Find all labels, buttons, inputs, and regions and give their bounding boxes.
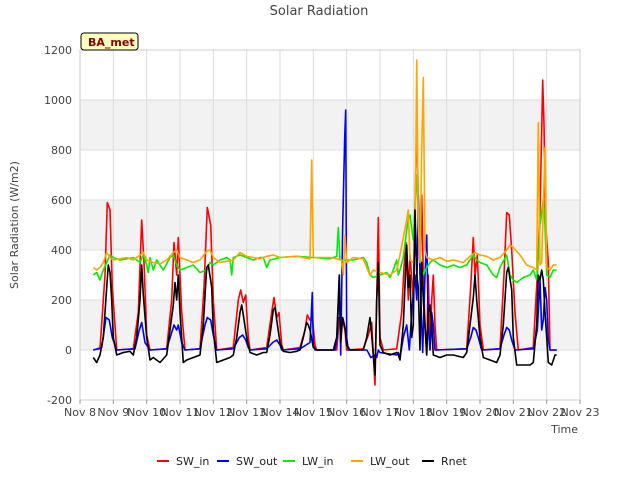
legend-label: LW_out: [370, 455, 410, 468]
background-band: [80, 100, 580, 150]
y-tick-label: 1000: [44, 94, 72, 107]
y-tick-label: 400: [51, 244, 72, 257]
y-tick-label: 1200: [44, 44, 72, 57]
x-axis-tick-labels: Nov 8 Nov 9Nov 10Nov 11Nov 12Nov 13Nov 14…: [64, 400, 599, 419]
legend: SW_in SW_out LW_in LW_out Rnet: [157, 455, 467, 468]
x-tick-label: Nov 8: [64, 406, 96, 419]
station-label-box: BA_met: [80, 32, 139, 51]
chart-title: Solar Radiation: [270, 4, 369, 19]
solar-radiation-chart: Solar Radiation -20002004006008001000120…: [8, 4, 599, 468]
legend-label: LW_in: [302, 455, 334, 468]
y-tick-label: 200: [51, 294, 72, 307]
y-tick-label: 600: [51, 194, 72, 207]
x-tick-label: Nov 9: [97, 406, 129, 419]
station-label: BA_met: [88, 36, 135, 49]
legend-label: SW_out: [236, 455, 278, 468]
y-axis-tick-labels: -200020040060080010001200: [44, 44, 72, 407]
y-tick-label: 800: [51, 144, 72, 157]
y-tick-label: 0: [65, 344, 72, 357]
x-tick-label: Nov 23: [561, 406, 600, 419]
y-axis-title: Solar Radiation (W/m2): [8, 161, 21, 289]
legend-label: SW_in: [176, 455, 209, 468]
plot-background-bands: [80, 100, 580, 350]
x-axis-title: Time: [550, 423, 578, 436]
legend-label: Rnet: [441, 455, 467, 468]
